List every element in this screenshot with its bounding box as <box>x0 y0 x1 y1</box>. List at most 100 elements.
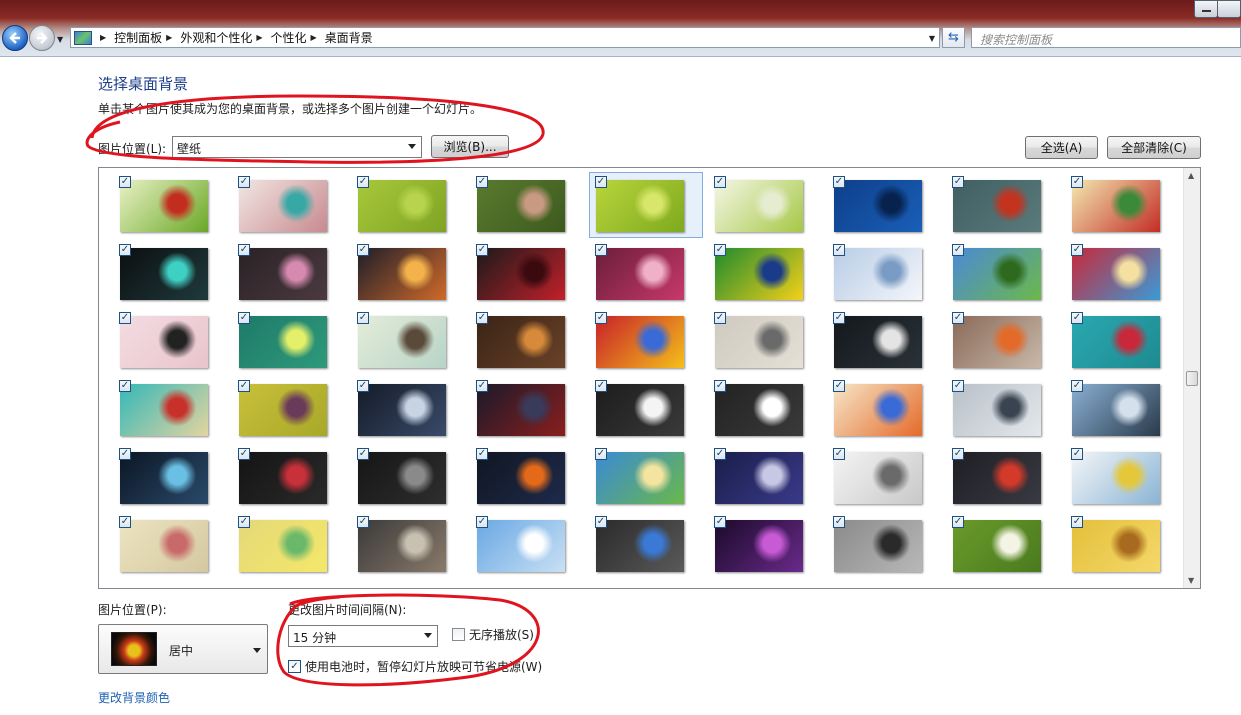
thumbnail-checkbox[interactable]: ✓ <box>119 176 131 188</box>
address-bar[interactable]: ▶ 控制面板 ▶ 外观和个性化 ▶ 个性化 ▶ 桌面背景 ▼ <box>70 27 940 48</box>
wallpaper-thumbnail[interactable]: ✓ <box>827 376 941 442</box>
thumbnail-checkbox[interactable]: ✓ <box>952 448 964 460</box>
thumbnail-checkbox[interactable]: ✓ <box>238 176 250 188</box>
wallpaper-thumbnail[interactable]: ✓ <box>232 308 346 374</box>
thumbnail-checkbox[interactable]: ✓ <box>952 380 964 392</box>
thumbnail-checkbox[interactable]: ✓ <box>357 380 369 392</box>
wallpaper-thumbnail[interactable]: ✓ <box>708 172 822 238</box>
thumbnail-checkbox[interactable]: ✓ <box>595 380 607 392</box>
interval-select[interactable]: 15 分钟 <box>288 625 438 647</box>
back-button[interactable] <box>2 25 28 51</box>
wallpaper-thumbnail[interactable]: ✓ <box>946 376 1060 442</box>
wallpaper-thumbnail[interactable]: ✓ <box>351 308 465 374</box>
thumbnail-checkbox[interactable]: ✓ <box>476 448 488 460</box>
thumbnail-checkbox[interactable]: ✓ <box>595 516 607 528</box>
wallpaper-thumbnail[interactable]: ✓ <box>708 240 822 306</box>
wallpaper-thumbnail[interactable]: ✓ <box>589 512 703 578</box>
thumbnail-checkbox[interactable]: ✓ <box>833 516 845 528</box>
battery-pause-checkbox[interactable]: ✓ <box>288 660 301 673</box>
picture-position-select[interactable]: 居中 <box>98 624 268 674</box>
search-input[interactable]: 搜索控制面板 <box>971 27 1241 48</box>
thumbnail-checkbox[interactable]: ✓ <box>476 244 488 256</box>
wallpaper-thumbnail[interactable]: ✓ <box>470 376 584 442</box>
shuffle-label[interactable]: 无序播放(S) <box>469 626 534 643</box>
select-all-button[interactable]: 全选(A) <box>1025 136 1098 159</box>
thumbnail-checkbox[interactable]: ✓ <box>357 244 369 256</box>
wallpaper-thumbnail[interactable]: ✓ <box>589 172 703 238</box>
gallery-scrollbar[interactable]: ▲ ▼ <box>1183 168 1200 588</box>
thumbnail-checkbox[interactable]: ✓ <box>952 312 964 324</box>
thumbnail-checkbox[interactable]: ✓ <box>238 448 250 460</box>
thumbnail-checkbox[interactable]: ✓ <box>119 448 131 460</box>
wallpaper-thumbnail[interactable]: ✓ <box>1065 376 1179 442</box>
thumbnail-checkbox[interactable]: ✓ <box>833 448 845 460</box>
wallpaper-thumbnail[interactable]: ✓ <box>589 308 703 374</box>
wallpaper-thumbnail[interactable]: ✓ <box>232 444 346 510</box>
wallpaper-thumbnail[interactable]: ✓ <box>708 308 822 374</box>
thumbnail-checkbox[interactable]: ✓ <box>476 380 488 392</box>
thumbnail-checkbox[interactable]: ✓ <box>952 176 964 188</box>
breadcrumb-control-panel[interactable]: 控制面板 <box>114 29 162 46</box>
wallpaper-thumbnail[interactable]: ✓ <box>470 512 584 578</box>
scroll-down-icon[interactable]: ▼ <box>1188 576 1194 585</box>
thumbnail-checkbox[interactable]: ✓ <box>952 516 964 528</box>
maximize-button[interactable] <box>1217 0 1241 18</box>
wallpaper-thumbnail[interactable]: ✓ <box>232 240 346 306</box>
wallpaper-thumbnail[interactable]: ✓ <box>113 172 227 238</box>
thumbnail-checkbox[interactable]: ✓ <box>1071 312 1083 324</box>
thumbnail-checkbox[interactable]: ✓ <box>238 312 250 324</box>
breadcrumb-personalization[interactable]: 个性化 <box>271 29 307 46</box>
wallpaper-thumbnail[interactable]: ✓ <box>1065 172 1179 238</box>
wallpaper-thumbnail[interactable]: ✓ <box>946 240 1060 306</box>
thumbnail-checkbox[interactable]: ✓ <box>357 516 369 528</box>
wallpaper-thumbnail[interactable]: ✓ <box>827 512 941 578</box>
thumbnail-checkbox[interactable]: ✓ <box>119 312 131 324</box>
thumbnail-checkbox[interactable]: ✓ <box>714 516 726 528</box>
thumbnail-checkbox[interactable]: ✓ <box>952 244 964 256</box>
thumbnail-checkbox[interactable]: ✓ <box>357 176 369 188</box>
wallpaper-thumbnail[interactable]: ✓ <box>827 308 941 374</box>
wallpaper-thumbnail[interactable]: ✓ <box>589 240 703 306</box>
thumbnail-checkbox[interactable]: ✓ <box>595 176 607 188</box>
wallpaper-thumbnail[interactable]: ✓ <box>113 240 227 306</box>
wallpaper-thumbnail[interactable]: ✓ <box>351 376 465 442</box>
thumbnail-checkbox[interactable]: ✓ <box>119 380 131 392</box>
thumbnail-checkbox[interactable]: ✓ <box>833 176 845 188</box>
thumbnail-checkbox[interactable]: ✓ <box>714 176 726 188</box>
wallpaper-thumbnail[interactable]: ✓ <box>470 308 584 374</box>
wallpaper-thumbnail[interactable]: ✓ <box>708 376 822 442</box>
wallpaper-thumbnail[interactable]: ✓ <box>232 172 346 238</box>
thumbnail-checkbox[interactable]: ✓ <box>238 516 250 528</box>
breadcrumb-appearance[interactable]: 外观和个性化 <box>180 29 252 46</box>
wallpaper-thumbnail[interactable]: ✓ <box>232 512 346 578</box>
wallpaper-thumbnail[interactable]: ✓ <box>232 376 346 442</box>
wallpaper-thumbnail[interactable]: ✓ <box>113 512 227 578</box>
wallpaper-thumbnail[interactable]: ✓ <box>113 444 227 510</box>
thumbnail-checkbox[interactable]: ✓ <box>1071 448 1083 460</box>
wallpaper-thumbnail[interactable]: ✓ <box>351 512 465 578</box>
thumbnail-checkbox[interactable]: ✓ <box>119 516 131 528</box>
minimize-button[interactable] <box>1194 0 1218 18</box>
thumbnail-checkbox[interactable]: ✓ <box>1071 244 1083 256</box>
wallpaper-thumbnail[interactable]: ✓ <box>589 444 703 510</box>
picture-location-select[interactable]: 壁纸 <box>172 136 422 158</box>
thumbnail-checkbox[interactable]: ✓ <box>1071 380 1083 392</box>
wallpaper-thumbnail[interactable]: ✓ <box>351 172 465 238</box>
wallpaper-thumbnail[interactable]: ✓ <box>827 444 941 510</box>
refresh-button[interactable]: ⇆ <box>942 27 965 48</box>
thumbnail-checkbox[interactable]: ✓ <box>119 244 131 256</box>
breadcrumb-separator-icon[interactable]: ▶ <box>166 33 172 42</box>
scroll-up-icon[interactable]: ▲ <box>1188 171 1194 180</box>
thumbnail-checkbox[interactable]: ✓ <box>595 244 607 256</box>
wallpaper-thumbnail[interactable]: ✓ <box>470 444 584 510</box>
thumbnail-checkbox[interactable]: ✓ <box>1071 516 1083 528</box>
wallpaper-thumbnail[interactable]: ✓ <box>113 308 227 374</box>
thumbnail-checkbox[interactable]: ✓ <box>238 380 250 392</box>
wallpaper-thumbnail[interactable]: ✓ <box>946 172 1060 238</box>
wallpaper-thumbnail[interactable]: ✓ <box>351 444 465 510</box>
thumbnail-checkbox[interactable]: ✓ <box>357 312 369 324</box>
thumbnail-checkbox[interactable]: ✓ <box>357 448 369 460</box>
wallpaper-thumbnail[interactable]: ✓ <box>1065 512 1179 578</box>
wallpaper-thumbnail[interactable]: ✓ <box>827 240 941 306</box>
thumbnail-checkbox[interactable]: ✓ <box>833 380 845 392</box>
